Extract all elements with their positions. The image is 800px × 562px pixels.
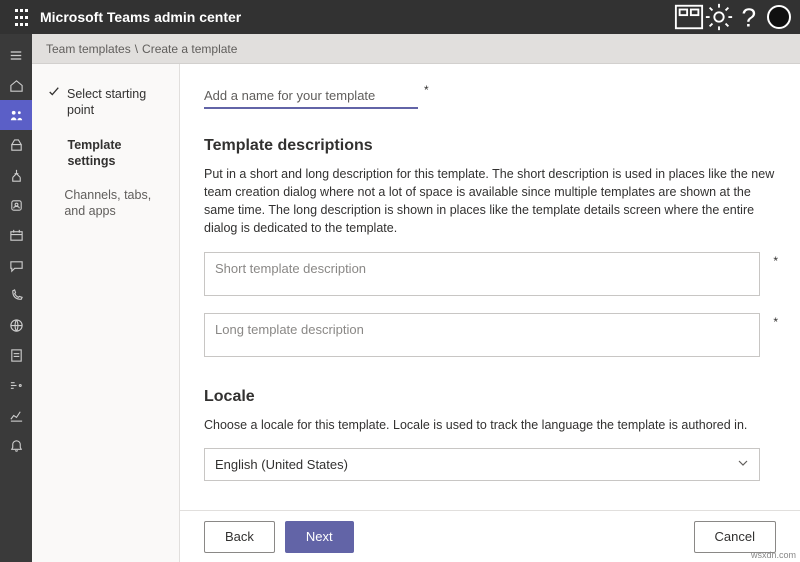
wizard-step-nav: Select starting point Template settings …: [32, 64, 180, 562]
step-select-starting-point[interactable]: Select starting point: [48, 86, 169, 119]
help-icon[interactable]: ?: [734, 2, 764, 32]
nav-voice-icon[interactable]: [0, 280, 32, 310]
locale-heading: Locale: [204, 388, 776, 406]
breadcrumb-current: Create a template: [142, 42, 237, 56]
template-name-input[interactable]: [204, 84, 418, 109]
next-button[interactable]: Next: [285, 521, 354, 553]
watermark: wsxdn.com: [751, 550, 796, 560]
dashboard-icon[interactable]: [674, 2, 704, 32]
account-avatar[interactable]: [764, 2, 794, 32]
app-launcher-icon[interactable]: [6, 3, 34, 31]
short-description-input[interactable]: [204, 252, 760, 296]
chevron-down-icon: [737, 457, 749, 472]
breadcrumb: Team templates \ Create a template: [32, 34, 800, 64]
required-marker: *: [424, 83, 429, 97]
nav-teams-icon[interactable]: [0, 100, 32, 130]
svg-text:?: ?: [742, 2, 757, 32]
step-label: Select starting point: [67, 86, 169, 119]
long-description-input[interactable]: [204, 313, 760, 357]
nav-toggle-icon[interactable]: [0, 40, 32, 70]
locale-selected-value: English (United States): [215, 457, 348, 472]
breadcrumb-parent[interactable]: Team templates: [46, 42, 131, 56]
step-channels-tabs-apps[interactable]: Channels, tabs, and apps: [48, 187, 169, 220]
nav-analytics-icon[interactable]: [0, 400, 32, 430]
nav-meetings-icon[interactable]: [0, 220, 32, 250]
required-marker: *: [773, 315, 778, 329]
nav-policy-icon[interactable]: [0, 310, 32, 340]
step-label: Channels, tabs, and apps: [64, 187, 169, 220]
descriptions-help-text: Put in a short and long description for …: [204, 165, 776, 238]
back-button[interactable]: Back: [204, 521, 275, 553]
locale-help-text: Choose a locale for this template. Local…: [204, 416, 776, 434]
nav-devices-icon[interactable]: [0, 130, 32, 160]
nav-messaging-icon[interactable]: [0, 250, 32, 280]
wizard-footer: Back Next Cancel: [180, 510, 800, 562]
topbar: Microsoft Teams admin center ?: [0, 0, 800, 34]
step-template-settings[interactable]: Template settings: [48, 137, 169, 170]
nav-reports-icon[interactable]: [0, 340, 32, 370]
left-nav-rail: [0, 34, 32, 562]
template-settings-form: * Template descriptions Put in a short a…: [180, 64, 800, 510]
nav-orgwide-icon[interactable]: [0, 370, 32, 400]
nav-notifications-icon[interactable]: [0, 430, 32, 460]
nav-home-icon[interactable]: [0, 70, 32, 100]
breadcrumb-separator: \: [135, 42, 138, 56]
nav-users-icon[interactable]: [0, 190, 32, 220]
nav-locations-icon[interactable]: [0, 160, 32, 190]
step-label: Template settings: [67, 137, 169, 170]
required-marker: *: [773, 254, 778, 268]
cancel-button[interactable]: Cancel: [694, 521, 776, 553]
locale-select[interactable]: English (United States): [204, 448, 760, 481]
check-icon: [48, 86, 61, 102]
descriptions-heading: Template descriptions: [204, 137, 776, 155]
settings-gear-icon[interactable]: [704, 2, 734, 32]
app-title: Microsoft Teams admin center: [40, 9, 241, 25]
